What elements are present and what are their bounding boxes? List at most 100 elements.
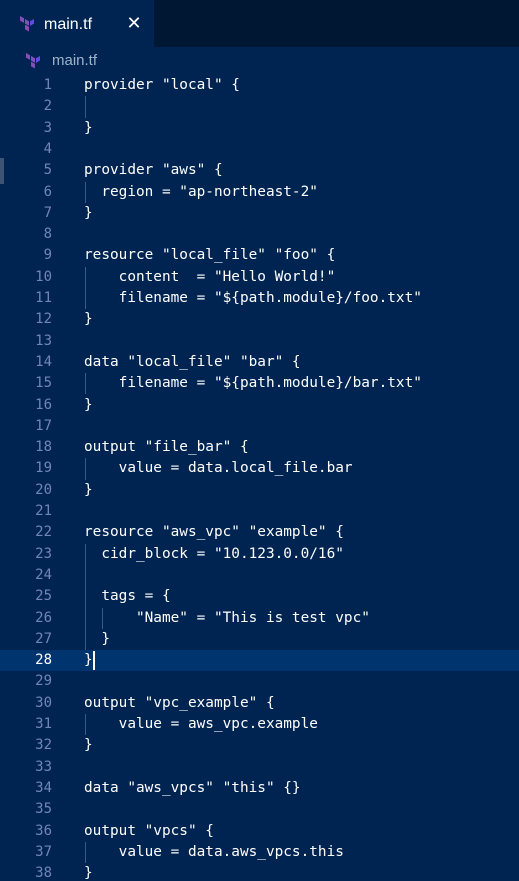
editor-window: main.tf ✕ main.tf 1 provider "local" {2 3}… (0, 0, 519, 881)
indent-guide (85, 543, 86, 651)
code-line[interactable]: 32} (0, 735, 519, 756)
line-number: 23 (35, 545, 52, 562)
code-text: value = data.local_file.bar (84, 460, 353, 477)
code-line[interactable]: 35 (0, 799, 519, 820)
terraform-icon (20, 16, 34, 32)
code-text: } (84, 311, 93, 328)
code-line[interactable]: 31 value = aws_vpc.example (0, 714, 519, 735)
code-line[interactable]: 7} (0, 203, 519, 224)
line-number: 25 (35, 588, 52, 605)
code-line[interactable]: 36 output "vpcs" { (0, 821, 519, 842)
line-number: 13 (35, 332, 52, 349)
code-text: provider "local" { (84, 77, 240, 93)
line-number: 18 (35, 439, 52, 456)
code-text: } (84, 737, 93, 754)
line-number: 15 (35, 375, 52, 392)
code-text: resource "local_file" "foo" { (84, 247, 336, 264)
line-number: 28 (35, 652, 52, 669)
code-line[interactable]: 38} (0, 863, 519, 881)
indent-guide (85, 458, 86, 480)
code-line[interactable]: 4 (0, 139, 519, 160)
code-line[interactable]: 18 output "file_bar" { (0, 437, 519, 458)
code-line[interactable]: 6 region = "ap-northeast-2" (0, 182, 519, 203)
line-number: 32 (35, 737, 52, 754)
indent-guide (85, 181, 86, 203)
code-line[interactable]: 5 provider "aws" { (0, 160, 519, 181)
line-number: 31 (35, 716, 52, 732)
line-number: 26 (35, 609, 52, 626)
code-line[interactable]: 30 output "vpc_example" { (0, 693, 519, 714)
terraform-icon (26, 53, 40, 69)
code-text: } (84, 204, 93, 221)
code-line[interactable]: 10 content = "Hello World!" (0, 267, 519, 288)
line-number: 14 (35, 353, 52, 370)
code-text: } (84, 396, 93, 413)
code-text: data "aws_vpcs" "this" {} (84, 779, 301, 796)
code-line[interactable]: 2 (0, 96, 519, 117)
indent-guide (85, 373, 86, 395)
line-number: 6 (43, 183, 52, 200)
code-line[interactable]: 12} (0, 309, 519, 330)
code-line[interactable]: 11 filename = "${path.module}/foo.txt" (0, 288, 519, 309)
code-line[interactable]: 16} (0, 395, 519, 416)
code-text: output "file_bar" { (84, 439, 249, 456)
code-line[interactable]: 33 (0, 757, 519, 778)
code-line[interactable]: 14 data "local_file" "bar" { (0, 352, 519, 373)
code-text: provider "aws" { (84, 162, 223, 179)
line-number: 29 (35, 673, 52, 690)
line-number: 8 (43, 226, 52, 243)
line-number: 24 (35, 566, 52, 583)
line-number: 20 (35, 481, 52, 498)
code-line[interactable]: 23 cidr_block = "10.123.0.0/16" (0, 544, 519, 565)
line-number: 9 (43, 247, 52, 264)
code-line[interactable]: 26 "Name" = "This is test vpc" (0, 608, 519, 629)
breadcrumb-file-label: main.tf (52, 52, 98, 69)
line-number: 3 (43, 119, 52, 136)
code-line[interactable]: 19 value = data.local_file.bar (0, 458, 519, 479)
code-line[interactable]: 37 value = data.aws_vpcs.this (0, 842, 519, 863)
tab-bar: main.tf ✕ (0, 0, 519, 47)
code-line[interactable]: 8 (0, 224, 519, 245)
line-number: 27 (35, 630, 52, 647)
line-number: 38 (35, 865, 52, 881)
tab-main-tf[interactable]: main.tf ✕ (0, 0, 154, 47)
code-line[interactable]: 29 (0, 671, 519, 692)
breadcrumb[interactable]: main.tf (0, 47, 519, 75)
code-text: data "local_file" "bar" { (84, 353, 301, 370)
code-editor[interactable]: 1 provider "local" {2 3} 4 5 provider "aws" {… (0, 75, 519, 881)
code-line[interactable]: 13 (0, 331, 519, 352)
code-line[interactable]: 27 } (0, 629, 519, 650)
line-number: 17 (35, 417, 52, 434)
line-number: 22 (35, 524, 52, 541)
indent-guide (85, 96, 86, 118)
code-text: } (84, 652, 93, 669)
code-line[interactable]: 17 (0, 416, 519, 437)
code-line[interactable]: 34 data "aws_vpcs" "this" {} (0, 778, 519, 799)
code-text: tags = { (84, 588, 171, 605)
close-icon[interactable]: ✕ (126, 14, 142, 32)
code-line[interactable]: 24 (0, 565, 519, 586)
code-text: output "vpc_example" { (84, 694, 275, 711)
line-number: 35 (35, 801, 52, 818)
code-line[interactable]: 9 resource "local_file" "foo" { (0, 245, 519, 266)
code-text: region = "ap-northeast-2" (84, 183, 318, 200)
code-text: } (84, 481, 93, 498)
text-cursor (92, 651, 95, 671)
code-line[interactable]: 3} (0, 118, 519, 139)
line-number: 4 (43, 140, 52, 157)
code-text: cidr_block = "10.123.0.0/16" (84, 545, 344, 562)
code-line[interactable]: 25 tags = { (0, 586, 519, 607)
code-line[interactable]: 15 filename = "${path.module}/bar.txt" (0, 373, 519, 394)
line-number: 11 (35, 290, 52, 306)
code-line[interactable]: 21 (0, 501, 519, 522)
code-text: value = data.aws_vpcs.this (84, 843, 344, 860)
indent-guide (85, 714, 86, 736)
line-number: 5 (43, 162, 52, 179)
code-line[interactable]: 20} (0, 480, 519, 501)
line-number: 21 (35, 503, 52, 519)
indent-guide (102, 607, 104, 629)
code-line[interactable]: 22 resource "aws_vpc" "example" { (0, 522, 519, 543)
line-number: 1 (43, 77, 52, 93)
code-line[interactable]: 28} (0, 650, 519, 672)
code-line[interactable]: 1 provider "local" { (0, 75, 519, 96)
